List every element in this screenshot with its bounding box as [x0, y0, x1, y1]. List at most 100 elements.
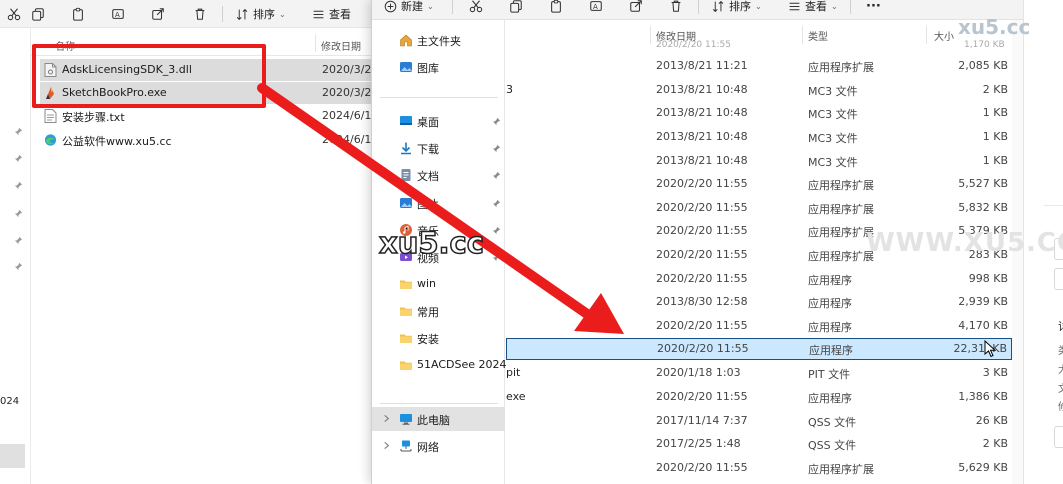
table-row[interactable]: 2020/2/20 11:55 应用程序 998 KB — [506, 268, 1012, 290]
share-icon[interactable] — [148, 4, 168, 24]
chevron-right-icon[interactable] — [382, 440, 392, 450]
file-row-xu5-shortcut[interactable]: 公益软件www.xu5.cc 2024/6/1 — [40, 129, 372, 151]
copy-icon[interactable] — [506, 0, 526, 16]
column-header-type[interactable]: 类型 — [808, 28, 828, 43]
nav-item-fragment[interactable]: 024 — [0, 396, 19, 407]
column-separator[interactable] — [315, 34, 316, 52]
paste-icon[interactable] — [546, 0, 566, 16]
row-size: 4,170 KB — [958, 319, 1008, 332]
nav-item-folder-install[interactable]: 安装 — [372, 326, 505, 350]
share-icon[interactable] — [626, 0, 646, 16]
row-type: PIT 文件 — [808, 368, 851, 381]
delete-icon[interactable] — [666, 0, 686, 16]
nav-item-label: 图库 — [417, 62, 439, 75]
view-button[interactable]: 查看 ⌄ — [788, 0, 838, 16]
download-icon — [399, 141, 413, 155]
column-separator[interactable] — [802, 26, 803, 44]
nav-item-desktop[interactable]: 桌面 — [372, 109, 505, 133]
column-header-date[interactable]: 修改日期 — [321, 38, 361, 53]
pin-icon[interactable] — [14, 153, 24, 163]
details-button[interactable] — [1054, 426, 1063, 448]
chevron-right-icon[interactable] — [382, 413, 392, 423]
new-button[interactable]: 新建 ⌄ — [384, 0, 434, 16]
nav-item-network[interactable]: 网络 — [372, 434, 505, 458]
nav-item-label: 安装 — [417, 333, 439, 346]
pin-icon[interactable] — [492, 143, 502, 153]
nav-item-label: 51ACDSee 2024 — [417, 358, 507, 371]
nav-pane-border — [30, 28, 31, 484]
nav-item-documents[interactable]: 文档 — [372, 163, 505, 187]
nav-item-label: 主文件夹 — [417, 35, 461, 48]
row-date: 2013/8/21 10:48 — [656, 154, 748, 167]
cut-icon[interactable] — [4, 4, 24, 24]
pin-icon[interactable] — [14, 261, 24, 271]
paste-icon[interactable] — [68, 4, 88, 24]
table-row[interactable]: 2020/2/20 11:55 应用程序扩展 5,832 KB — [506, 197, 1012, 219]
table-row[interactable]: 3 2013/8/21 10:48 MC3 文件 2 KB — [506, 79, 1012, 101]
nav-item-home[interactable]: 主文件夹 — [372, 28, 505, 52]
nav-item-folder-common[interactable]: 常用 — [372, 299, 505, 323]
table-row-selected[interactable]: 2020/2/20 11:55 应用程序 22,31 KB — [506, 338, 1012, 360]
row-name-fragment: pit — [506, 366, 521, 379]
nav-item-selected[interactable] — [0, 444, 25, 468]
row-size: 2 KB — [982, 437, 1008, 450]
table-row[interactable]: 2020/2/20 11:55 应用程序扩展 5,629 KB — [506, 457, 1012, 479]
table-row[interactable]: 2017/11/14 7:37 QSS 文件 26 KB — [506, 410, 1012, 432]
nav-item-gallery[interactable]: 图库 — [372, 55, 505, 79]
column-header-size[interactable]: 大小 — [934, 28, 954, 43]
watermark-right: WWW.XU5.CC — [866, 228, 1063, 258]
copy-icon[interactable] — [28, 4, 48, 24]
pin-icon[interactable] — [492, 198, 502, 208]
nav-item-label: 下载 — [417, 143, 439, 156]
pin-icon[interactable] — [492, 225, 502, 235]
table-row[interactable]: pit 2020/1/18 1:03 PIT 文件 3 KB — [506, 362, 1012, 384]
table-row[interactable]: 2013/8/30 12:58 应用程序 2,939 KB — [506, 291, 1012, 313]
rename-icon[interactable]: A — [108, 4, 128, 24]
details-button[interactable] — [1054, 268, 1063, 290]
table-row[interactable]: 2020/2/20 11:55 应用程序扩展 5,527 KB — [506, 173, 1012, 195]
chevron-down-icon: ⌄ — [831, 1, 838, 11]
chevron-down-icon: ⌄ — [755, 1, 762, 11]
chevron-down-icon: ⌄ — [279, 9, 286, 19]
delete-icon[interactable] — [190, 4, 210, 24]
home-icon — [399, 33, 413, 47]
back-navigation-pane: 024 — [0, 28, 30, 484]
rename-icon[interactable]: A — [586, 0, 606, 16]
column-separator[interactable] — [926, 26, 927, 44]
pin-icon[interactable] — [492, 116, 502, 126]
edge-shortcut-icon — [44, 133, 57, 147]
nav-item-folder-win[interactable]: win — [372, 272, 505, 296]
pin-icon[interactable] — [14, 208, 24, 218]
nav-item-pictures[interactable]: 图片 — [372, 191, 505, 215]
table-row[interactable]: 2017/2/25 1:48 QSS 文件 2 KB — [506, 433, 1012, 455]
table-row[interactable]: exe 2020/2/20 11:55 应用程序 1,386 KB — [506, 386, 1012, 408]
nav-item-downloads[interactable]: 下载 — [372, 136, 505, 160]
sort-button[interactable]: 排序 ⌄ — [236, 4, 286, 24]
more-options-button[interactable]: ··· — [866, 0, 881, 16]
column-separator[interactable] — [650, 26, 651, 44]
nav-item-this-pc[interactable]: 此电脑 — [372, 407, 505, 431]
pin-icon[interactable] — [14, 126, 24, 136]
row-type: QSS 文件 — [808, 439, 857, 452]
pin-icon[interactable] — [14, 235, 24, 245]
toolbar-separator — [222, 6, 223, 22]
nav-item-folder-acdsee[interactable]: 51ACDSee 2024 — [372, 353, 507, 377]
table-row[interactable]: 2013/8/21 10:48 MC3 文件 1 KB — [506, 126, 1012, 148]
sort-button[interactable]: 排序 ⌄ — [712, 0, 762, 16]
row-date: 2020/2/20 11:55 — [657, 342, 749, 355]
row-size: 998 KB — [968, 272, 1008, 285]
mouse-cursor-icon — [984, 339, 997, 358]
row-type: 应用程序 — [808, 392, 852, 405]
row-size: 2 KB — [982, 83, 1008, 96]
file-row-install-steps-txt[interactable]: 安装步骤.txt 2024/6/15 — [40, 105, 378, 127]
pin-icon[interactable] — [492, 252, 502, 262]
sort-button-label: 排序 — [253, 8, 275, 21]
pin-icon[interactable] — [492, 170, 502, 180]
table-row[interactable]: 2013/8/21 10:48 MC3 文件 1 KB — [506, 102, 1012, 124]
table-row[interactable]: 2013/8/21 11:21 应用程序扩展 2,085 KB — [506, 55, 1012, 77]
table-row[interactable]: 2020/2/20 11:55 应用程序 4,170 KB — [506, 315, 1012, 337]
table-row[interactable]: 2013/8/21 10:48 MC3 文件 1 KB — [506, 150, 1012, 172]
cut-icon[interactable] — [466, 0, 486, 16]
pin-icon[interactable] — [14, 180, 24, 190]
view-button[interactable]: 查看 — [312, 4, 351, 24]
